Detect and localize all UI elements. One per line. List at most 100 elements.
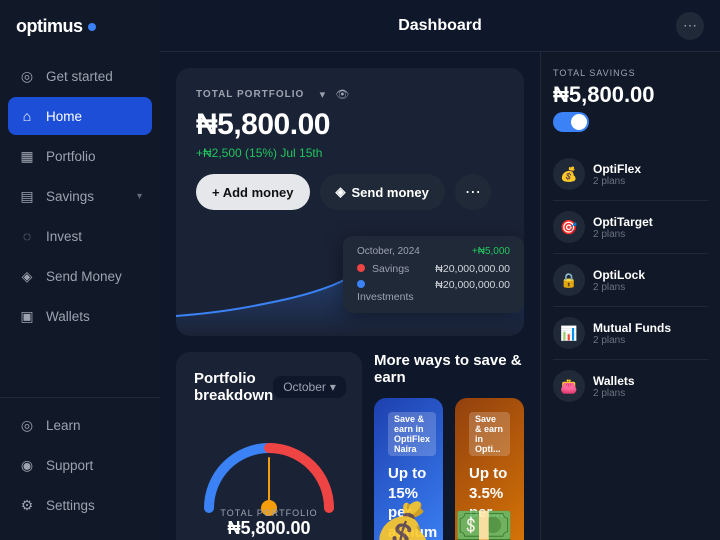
add-money-button[interactable]: + Add money bbox=[196, 174, 310, 210]
tooltip-savings-value: ₦20,000,000.00 bbox=[435, 263, 510, 275]
tooltip-investments-row: Investments ₦20,000,000.00 bbox=[357, 279, 510, 303]
nav-icon-savings: ▤ bbox=[18, 187, 36, 205]
logo-text: optimus bbox=[16, 16, 83, 37]
main-panel: Dashboard ⋯ TOTAL PORTFOLIO ▾ 👁 ₦5,800.0… bbox=[160, 0, 720, 540]
nav-icon-settings: ⚙ bbox=[18, 496, 36, 514]
sidebar-item-get-started[interactable]: ◎ Get started bbox=[8, 57, 152, 95]
send-money-button[interactable]: ◈ Send money bbox=[320, 174, 445, 210]
sidebar-item-savings[interactable]: ▤ Savings ▾ bbox=[8, 177, 152, 215]
savings-card-icon-optilock: 🔒 bbox=[553, 264, 585, 296]
breakdown-title: Portfolio breakdown bbox=[194, 370, 273, 404]
topbar-menu-button[interactable]: ⋯ bbox=[676, 12, 704, 40]
savings-card-plans-wallets: 2 plans bbox=[593, 388, 708, 399]
month-chevron: ▾ bbox=[330, 380, 336, 394]
savings-card-plans-optitarget: 2 plans bbox=[593, 229, 708, 240]
tooltip-header: October, 2024 +₦5,000 bbox=[357, 246, 510, 257]
savings-card-optiflex[interactable]: 💰 OptiFlex 2 plans bbox=[553, 148, 708, 201]
savings-dot bbox=[357, 264, 365, 272]
savings-products-list: 💰 OptiFlex 2 plans 🎯 OptiTarget 2 plans … bbox=[553, 148, 708, 412]
gauge-container: TOTAL PORTFOLIO ₦5,800.00 TOTAL SAVINGS … bbox=[194, 418, 344, 540]
sidebar-item-learn[interactable]: ◎ Learn bbox=[8, 406, 152, 444]
portfolio-card: TOTAL PORTFOLIO ▾ 👁 ₦5,800.00 +₦2,500 (1… bbox=[176, 68, 524, 336]
savings-card-optitarget[interactable]: 🎯 OptiTarget 2 plans bbox=[553, 201, 708, 254]
sidebar-nav: ◎ Get started ⌂ Home ▦ Portfolio ▤ Savin… bbox=[0, 57, 160, 389]
savings-card-wallets[interactable]: 👛 Wallets 2 plans bbox=[553, 360, 708, 412]
nav-icon-invest: ◌ bbox=[18, 227, 36, 245]
nav-icon-get-started: ◎ bbox=[18, 67, 36, 85]
nav-label-send-money: Send Money bbox=[46, 269, 122, 284]
sidebar-item-home[interactable]: ⌂ Home bbox=[8, 97, 152, 135]
topbar: Dashboard ⋯ bbox=[160, 0, 720, 52]
earn-card-optiflex-icon: 💰 bbox=[374, 499, 433, 540]
gauge-labels: TOTAL PORTFOLIO ₦5,800.00 bbox=[220, 508, 317, 539]
savings-card-info-mutual-funds: Mutual Funds 2 plans bbox=[593, 321, 708, 346]
portfolio-breakdown-section: Portfolio breakdown October ▾ bbox=[176, 352, 362, 540]
savings-card-icon-optitarget: 🎯 bbox=[553, 211, 585, 243]
eye-icon: 👁 bbox=[334, 86, 350, 102]
savings-card-info-optilock: OptiLock 2 plans bbox=[593, 268, 708, 293]
sidebar-item-wallets[interactable]: ▣ Wallets bbox=[8, 297, 152, 335]
savings-card-name-mutual-funds: Mutual Funds bbox=[593, 321, 708, 335]
nav-label-home: Home bbox=[46, 109, 82, 124]
savings-card-name-optitarget: OptiTarget bbox=[593, 215, 708, 229]
earn-card-optidollar-icon: 💵 bbox=[455, 499, 514, 540]
sidebar-item-invest[interactable]: ◌ Invest bbox=[8, 217, 152, 255]
savings-card-plans-mutual-funds: 2 plans bbox=[593, 335, 708, 346]
sidebar: optimus ◎ Get started ⌂ Home ▦ Portfolio… bbox=[0, 0, 160, 540]
month-label: October bbox=[283, 380, 326, 394]
tooltip-delta: +₦5,000 bbox=[472, 246, 510, 257]
tooltip-investments-value: ₦20,000,000.00 bbox=[435, 279, 510, 303]
gauge-amount: ₦5,800.00 bbox=[220, 518, 317, 539]
more-options-button[interactable]: ⋯ bbox=[455, 174, 491, 210]
savings-card-icon-mutual-funds: 📊 bbox=[553, 317, 585, 349]
right-panel: TOTAL SAVINGS ₦5,800.00 💰 OptiFlex 2 pla… bbox=[540, 52, 720, 540]
nav-icon-home: ⌂ bbox=[18, 107, 36, 125]
nav-label-support: Support bbox=[46, 458, 93, 473]
nav-label-portfolio: Portfolio bbox=[46, 149, 96, 164]
content-area: TOTAL PORTFOLIO ▾ 👁 ₦5,800.00 +₦2,500 (1… bbox=[160, 52, 720, 540]
topbar-title: Dashboard bbox=[398, 17, 482, 35]
logo-dot bbox=[88, 23, 96, 31]
portfolio-amount: ₦5,800.00 bbox=[196, 108, 504, 142]
bottom-row: Portfolio breakdown October ▾ bbox=[176, 352, 524, 540]
nav-icon-support: ◉ bbox=[18, 456, 36, 474]
earn-card-optidollar[interactable]: Save & earn in Opti... Up to 3.5% per...… bbox=[455, 398, 524, 540]
sidebar-item-send-money[interactable]: ◈ Send Money bbox=[8, 257, 152, 295]
total-savings-label: TOTAL SAVINGS bbox=[553, 68, 708, 78]
earn-card-optiflex[interactable]: Save & earn in OptiFlex Naira Up to 15% … bbox=[374, 398, 443, 540]
gauge-sub-label: TOTAL PORTFOLIO bbox=[220, 508, 317, 518]
savings-card-mutual-funds[interactable]: 📊 Mutual Funds 2 plans bbox=[553, 307, 708, 360]
portfolio-change: +₦2,500 (15%) Jul 15th bbox=[196, 146, 504, 160]
more-ways-title: More ways to save & earn bbox=[374, 352, 524, 386]
chevron-down-icon: ▾ bbox=[314, 86, 330, 102]
investments-dot bbox=[357, 280, 365, 288]
savings-card-name-wallets: Wallets bbox=[593, 374, 708, 388]
total-savings-amount: ₦5,800.00 bbox=[553, 82, 708, 108]
savings-card-name-optiflex: OptiFlex bbox=[593, 162, 708, 176]
portfolio-chart: October, 2024 +₦5,000 Savings ₦20,000,00… bbox=[176, 226, 524, 336]
tooltip-savings-label: Savings bbox=[357, 263, 409, 275]
portfolio-actions: + Add money ◈ Send money ⋯ bbox=[196, 174, 504, 210]
savings-card-plans-optilock: 2 plans bbox=[593, 282, 708, 293]
tooltip-investments-label: Investments bbox=[357, 279, 419, 303]
portfolio-icons: ▾ 👁 bbox=[314, 86, 350, 102]
month-selector[interactable]: October ▾ bbox=[273, 376, 346, 398]
sidebar-item-settings[interactable]: ⚙ Settings bbox=[8, 486, 152, 524]
sidebar-item-support[interactable]: ◉ Support bbox=[8, 446, 152, 484]
nav-label-learn: Learn bbox=[46, 418, 81, 433]
nav-label-wallets: Wallets bbox=[46, 309, 90, 324]
earn-card-optiflex-badge: Save & earn in OptiFlex Naira bbox=[388, 412, 436, 456]
sidebar-bottom: ◎ Learn ◉ Support ⚙ Settings bbox=[0, 406, 160, 524]
tooltip-date: October, 2024 bbox=[357, 246, 420, 257]
nav-icon-wallets: ▣ bbox=[18, 307, 36, 325]
savings-card-info-optiflex: OptiFlex 2 plans bbox=[593, 162, 708, 187]
nav-label-settings: Settings bbox=[46, 498, 95, 513]
savings-card-optilock[interactable]: 🔒 OptiLock 2 plans bbox=[553, 254, 708, 307]
send-icon: ◈ bbox=[336, 184, 346, 200]
portfolio-header: TOTAL PORTFOLIO ▾ 👁 bbox=[196, 86, 504, 102]
savings-card-icon-optiflex: 💰 bbox=[553, 158, 585, 190]
nav-label-savings: Savings bbox=[46, 189, 94, 204]
savings-card-info-wallets: Wallets 2 plans bbox=[593, 374, 708, 399]
sidebar-item-portfolio[interactable]: ▦ Portfolio bbox=[8, 137, 152, 175]
visibility-toggle[interactable] bbox=[553, 112, 589, 132]
